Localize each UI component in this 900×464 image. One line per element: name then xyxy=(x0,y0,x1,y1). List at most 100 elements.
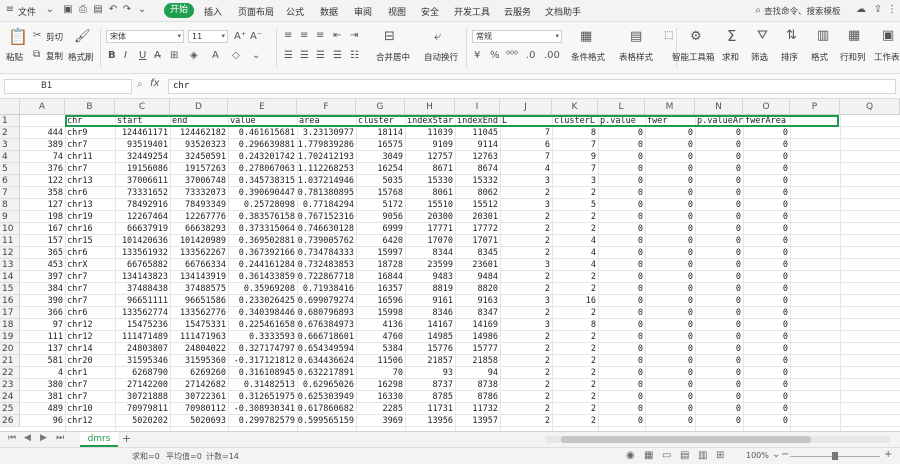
table-cell[interactable]: 2 xyxy=(552,271,596,283)
table-cell[interactable]: 0 xyxy=(695,199,741,211)
tab-developer[interactable]: 开发工具 xyxy=(454,5,490,18)
table-cell[interactable]: 381 xyxy=(20,391,63,403)
tab-doc-assistant[interactable]: 文档助手 xyxy=(545,5,581,18)
table-cell[interactable]: 30721888 xyxy=(115,391,168,403)
table-cell[interactable]: 1.037214946 xyxy=(297,175,354,187)
table-cell[interactable]: 8346 xyxy=(405,307,453,319)
table-cell[interactable]: 9109 xyxy=(405,139,453,151)
table-cell[interactable]: 2 xyxy=(552,187,596,199)
table-cell[interactable]: chr12 xyxy=(66,415,93,427)
table-cell[interactable]: 0 xyxy=(598,403,643,415)
tab-page-layout[interactable]: 页面布局 xyxy=(238,5,274,18)
table-cell[interactable]: 0 xyxy=(695,295,741,307)
cut-icon[interactable]: ✂ xyxy=(33,30,41,42)
table-cell[interactable]: 453 xyxy=(20,259,63,271)
table-cell[interactable]: 0 xyxy=(645,343,693,355)
table-cell[interactable]: 74 xyxy=(20,151,63,163)
table-cell[interactable]: 167 xyxy=(20,223,63,235)
table-cell[interactable]: 5020693 xyxy=(170,415,226,427)
table-cell[interactable]: 78493349 xyxy=(170,199,226,211)
table-cell[interactable]: 0.373315064 xyxy=(228,223,295,235)
table-cell[interactable]: 0.225461658 xyxy=(228,319,295,331)
row-header[interactable]: 24 xyxy=(0,391,20,403)
print-preview-icon[interactable]: ▤ xyxy=(92,4,104,16)
table-cell[interactable]: 0 xyxy=(645,391,693,403)
table-cell[interactable]: 5172 xyxy=(356,199,403,211)
align-left-icon[interactable]: ☰ xyxy=(284,50,293,62)
wrap-text-button[interactable]: 自动换行 xyxy=(424,51,458,63)
wrap-text-icon[interactable]: ⤶ xyxy=(434,30,441,44)
command-search[interactable]: 查找命令、搜索模板 xyxy=(764,5,841,17)
table-cell[interactable]: 0 xyxy=(645,295,693,307)
spreadsheet-grid[interactable]: ABCDEFGHIJKLMNOPQ 1 2 3 4 5 6 7 8 9 10 11 12 13 14 15 1… xyxy=(0,99,900,431)
table-cell[interactable]: 0 xyxy=(743,187,788,199)
paste-button[interactable]: 粘贴 xyxy=(6,51,23,63)
table-cell[interactable]: 0 xyxy=(743,295,788,307)
table-cell[interactable]: 397 xyxy=(20,271,63,283)
table-cell[interactable]: 0 xyxy=(695,319,741,331)
table-cell[interactable]: 14986 xyxy=(455,331,498,343)
table-cell[interactable]: 0 xyxy=(743,259,788,271)
table-cell[interactable]: chr15 xyxy=(66,235,93,247)
table-cell[interactable]: 66766334 xyxy=(170,259,226,271)
table-cell[interactable]: 0 xyxy=(645,307,693,319)
table-cell[interactable]: 37488575 xyxy=(170,283,226,295)
table-cell[interactable]: 9 xyxy=(552,151,596,163)
table-cell[interactable]: 15768 xyxy=(356,187,403,199)
column-header-n[interactable]: N xyxy=(695,99,743,115)
table-cell[interactable]: 8062 xyxy=(455,187,498,199)
table-cell[interactable]: 96651586 xyxy=(170,295,226,307)
format-painter-button[interactable]: 格式刷 xyxy=(68,51,94,63)
increase-decimal-icon[interactable]: .0 xyxy=(526,50,536,62)
table-cell[interactable]: 93 xyxy=(405,367,453,379)
table-cell[interactable]: 0 xyxy=(743,283,788,295)
percent-icon[interactable]: % xyxy=(490,50,500,62)
table-cell[interactable]: 1.112268253 xyxy=(297,163,354,175)
table-cell[interactable]: 122 xyxy=(20,175,63,187)
table-cell[interactable]: 0 xyxy=(645,211,693,223)
table-cell[interactable]: 4 xyxy=(552,247,596,259)
table-cell[interactable]: 0 xyxy=(598,259,643,271)
table-cell[interactable]: 70980112 xyxy=(170,403,226,415)
table-cell[interactable]: 0 xyxy=(645,223,693,235)
table-cell[interactable]: 0.632217891 xyxy=(297,367,354,379)
table-cell[interactable]: 3 xyxy=(500,319,550,331)
table-cell[interactable]: 97 xyxy=(20,319,63,331)
table-cell[interactable]: 137 xyxy=(20,343,63,355)
table-cell[interactable]: 16596 xyxy=(356,295,403,307)
table-cell[interactable]: 14167 xyxy=(405,319,453,331)
table-cell[interactable]: 389 xyxy=(20,139,63,151)
table-cell[interactable]: 0.739005762 xyxy=(297,235,354,247)
table-cell[interactable]: 17071 xyxy=(455,235,498,247)
align-middle-icon[interactable]: ≡ xyxy=(300,30,308,42)
table-cell[interactable]: 32449254 xyxy=(115,151,168,163)
table-cell[interactable]: 1.779839286 xyxy=(297,139,354,151)
table-cell[interactable]: 8785 xyxy=(405,391,453,403)
row-header[interactable]: 5 xyxy=(0,163,20,175)
tab-formulas[interactable]: 公式 xyxy=(286,5,304,18)
table-cell[interactable]: 0.312651975 xyxy=(228,391,295,403)
chevron-down-icon[interactable]: ⌄ xyxy=(252,50,260,62)
fx-icon[interactable]: fx xyxy=(150,78,159,89)
table-cell[interactable]: 0 xyxy=(743,355,788,367)
table-cell[interactable]: 0.617860682 xyxy=(297,403,354,415)
table-cell[interactable]: 93519401 xyxy=(115,139,168,151)
table-cell[interactable]: 0.316108945 xyxy=(228,367,295,379)
table-cell[interactable]: 0 xyxy=(598,331,643,343)
column-header-o[interactable]: O xyxy=(743,99,790,115)
file-dropdown-icon[interactable]: ⌄ xyxy=(44,4,56,16)
table-cell[interactable]: 0 xyxy=(743,139,788,151)
table-cell[interactable]: 2 xyxy=(552,355,596,367)
table-cell[interactable]: 12763 xyxy=(455,151,498,163)
table-cell[interactable]: 134143823 xyxy=(115,271,168,283)
table-cell[interactable]: 0.634436624 xyxy=(297,355,354,367)
table-cell[interactable]: 0.722867718 xyxy=(297,271,354,283)
share-icon[interactable]: ⇪ xyxy=(872,4,884,16)
row-header[interactable]: 25 xyxy=(0,403,20,415)
table-cell[interactable]: 21858 xyxy=(455,355,498,367)
table-cell[interactable]: 133562267 xyxy=(170,247,226,259)
row-header[interactable]: 7 xyxy=(0,187,20,199)
table-cell[interactable]: 0.767152316 xyxy=(297,211,354,223)
table-cell[interactable]: 0 xyxy=(695,127,741,139)
zoom-in-icon[interactable]: + xyxy=(884,449,892,460)
